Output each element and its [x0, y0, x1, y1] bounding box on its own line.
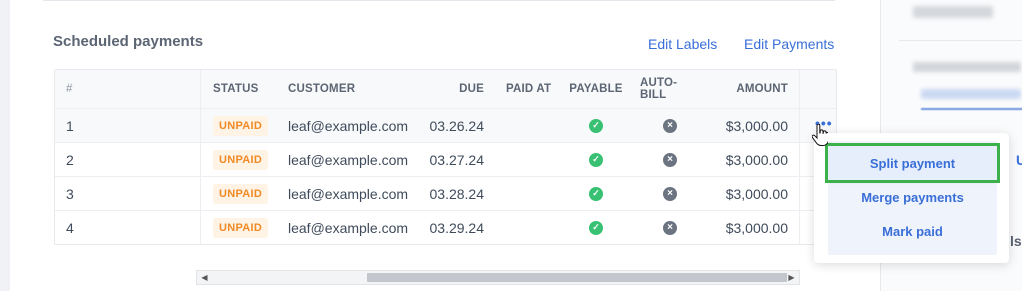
scroll-right-icon[interactable]: ▶ [785, 271, 798, 284]
hand-cursor-icon [811, 123, 830, 152]
column-divider [200, 70, 201, 108]
check-icon: ✓ [589, 118, 603, 133]
auto-bill-cell: × [640, 109, 700, 142]
check-icon: ✓ [589, 220, 603, 235]
x-icon: × [663, 118, 677, 133]
header-amount[interactable]: AMOUNT [736, 70, 788, 108]
header-status[interactable]: STATUS [213, 70, 259, 108]
table-row[interactable]: 1 UNPAID leaf@example.com 03.26.24 ✓ × $… [55, 108, 836, 142]
column-divider [799, 177, 800, 210]
table-header-row: # STATUS CUSTOMER DUE PAID AT PAYABLE AU… [55, 70, 836, 108]
due-date: 03.26.24 [429, 117, 485, 134]
x-icon: × [663, 152, 677, 167]
divider [43, 0, 835, 1]
payable-cell: ✓ [569, 177, 623, 210]
payable-cell: ✓ [569, 143, 623, 176]
check-icon: ✓ [589, 152, 603, 167]
status-badge: UNPAID [213, 183, 269, 204]
status-cell: UNPAID [213, 109, 269, 142]
row-number: 1 [66, 117, 74, 134]
status-badge: UNPAID [213, 217, 269, 238]
table-row[interactable]: 4 UNPAID leaf@example.com 03.29.24 ✓ × $… [55, 210, 836, 244]
partially-hidden-link[interactable]: U [1016, 152, 1022, 168]
blurred-text [913, 62, 1021, 72]
row-number: 4 [66, 219, 74, 236]
row-number: 3 [66, 185, 74, 202]
horizontal-scrollbar[interactable]: ◀ ▶ [196, 270, 800, 285]
header-paid-at[interactable]: PAID AT [506, 70, 551, 108]
payable-cell: ✓ [569, 211, 623, 244]
status-cell: UNPAID [213, 177, 269, 210]
table-row[interactable]: 3 UNPAID leaf@example.com 03.28.24 ✓ × $… [55, 176, 836, 210]
column-divider [799, 143, 800, 176]
amount: $3,000.00 [725, 151, 788, 168]
auto-bill-cell: × [640, 177, 700, 210]
column-divider [799, 70, 800, 108]
mark-paid-menu-item[interactable]: Mark paid [828, 214, 997, 248]
status-badge: UNPAID [213, 149, 269, 170]
row-number: 2 [66, 151, 74, 168]
header-auto-bill[interactable]: AUTO-BILL [640, 70, 700, 108]
due-date: 03.28.24 [429, 185, 485, 202]
header-due[interactable]: DUE [459, 70, 484, 108]
status-badge: UNPAID [213, 115, 269, 136]
blurred-input-underline [921, 98, 1022, 110]
edit-payments-link[interactable]: Edit Payments [744, 36, 834, 52]
customer-email: leaf@example.com [288, 185, 409, 202]
status-cell: UNPAID [213, 143, 269, 176]
customer-email: leaf@example.com [288, 219, 409, 236]
x-icon: × [663, 186, 677, 201]
column-divider [200, 109, 201, 142]
auto-bill-cell: × [640, 211, 700, 244]
merge-payments-menu-item[interactable]: Merge payments [828, 180, 997, 214]
x-icon: × [663, 220, 677, 235]
due-date: 03.27.24 [429, 151, 485, 168]
header-customer[interactable]: CUSTOMER [288, 70, 355, 108]
edit-labels-link[interactable]: Edit Labels [648, 36, 717, 52]
scrollbar-thumb[interactable] [367, 273, 787, 282]
blurred-heading [913, 6, 993, 18]
left-gutter [0, 0, 10, 291]
amount: $3,000.00 [725, 185, 788, 202]
header-payable[interactable]: PAYABLE [569, 70, 623, 108]
payments-table: # STATUS CUSTOMER DUE PAID AT PAYABLE AU… [54, 69, 837, 245]
divider [899, 40, 1022, 41]
section-title: Scheduled payments [53, 33, 204, 50]
header-num: # [66, 83, 73, 95]
column-divider [799, 211, 800, 244]
status-cell: UNPAID [213, 211, 269, 244]
auto-bill-cell: × [640, 143, 700, 176]
amount: $3,000.00 [725, 219, 788, 236]
column-divider [200, 211, 201, 244]
customer-email: leaf@example.com [288, 151, 409, 168]
customer-email: leaf@example.com [288, 117, 409, 134]
due-date: 03.29.24 [429, 219, 485, 236]
check-icon: ✓ [589, 186, 603, 201]
column-divider [799, 109, 800, 142]
column-divider [200, 177, 201, 210]
scroll-left-icon[interactable]: ◀ [198, 271, 211, 284]
row-actions-dropdown: Split payment Merge payments Mark paid [814, 133, 1009, 263]
partially-hidden-heading: ls [1010, 233, 1022, 249]
table-row[interactable]: 2 UNPAID leaf@example.com 03.27.24 ✓ × $… [55, 142, 836, 176]
column-divider [200, 143, 201, 176]
payable-cell: ✓ [569, 109, 623, 142]
split-payment-menu-item[interactable]: Split payment [825, 143, 1000, 183]
amount: $3,000.00 [725, 117, 788, 134]
